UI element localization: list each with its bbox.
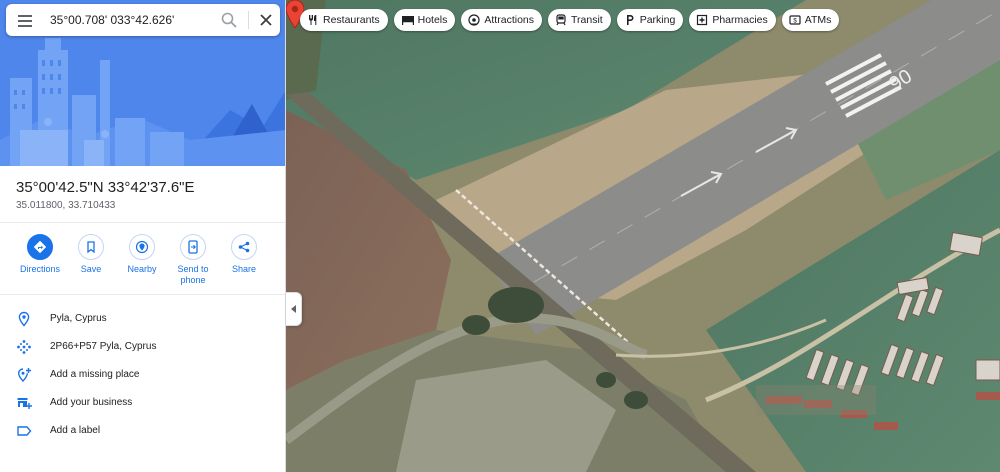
- chip-atms[interactable]: $ ATMs: [781, 9, 840, 31]
- add-business-icon: [17, 398, 32, 409]
- plus-code-text: 2P66+P57 Pyla, Cyprus: [50, 341, 157, 352]
- chip-label: Transit: [571, 14, 603, 26]
- menu-icon-bar: [18, 20, 32, 22]
- share-button[interactable]: Share: [219, 234, 269, 275]
- save-button[interactable]: Save: [66, 234, 116, 275]
- hotel-icon: [401, 16, 414, 25]
- yard-ground: [756, 385, 876, 415]
- share-label: Share: [231, 264, 257, 274]
- menu-icon: [18, 15, 32, 17]
- share-icon: [231, 234, 257, 260]
- parking-icon: [626, 15, 634, 25]
- chip-hotels[interactable]: Hotels: [393, 9, 456, 31]
- add-business-text: Add your business: [50, 397, 133, 408]
- save-label: Save: [80, 264, 102, 274]
- menu-icon-bar: [18, 25, 32, 27]
- search-input[interactable]: [50, 10, 210, 30]
- directions-label: Directions: [19, 264, 60, 274]
- nearby-button[interactable]: Nearby: [117, 234, 167, 275]
- restaurant-icon: [309, 15, 317, 25]
- add-missing-place-row[interactable]: Add a missing place: [0, 363, 285, 387]
- chip-label: ATMs: [804, 14, 832, 26]
- chip-label: Pharmacies: [712, 14, 768, 26]
- address-text: Pyla, Cyprus: [50, 313, 107, 324]
- app-root: 06 Restaurants Hotels Attractions Transi…: [0, 0, 1000, 472]
- chip-attractions[interactable]: Attractions: [461, 9, 542, 31]
- divider: [0, 294, 285, 295]
- satellite-map[interactable]: 06: [286, 0, 1000, 472]
- place-title: 35°00'42.5"N 33°42'37.6"E: [16, 179, 195, 196]
- attractions-icon: [468, 14, 480, 26]
- chip-restaurants[interactable]: Restaurants: [300, 9, 388, 31]
- chip-label: Restaurants: [323, 14, 380, 26]
- map-imagery: 06: [286, 0, 1000, 472]
- nearby-label: Nearby: [127, 264, 157, 274]
- search-box: [6, 4, 280, 36]
- pharmacy-icon: [697, 14, 708, 26]
- chip-label: Attractions: [484, 14, 534, 26]
- collapse-panel-button[interactable]: [286, 292, 302, 326]
- search-icon[interactable]: [220, 11, 238, 29]
- add-label-text: Add a label: [50, 425, 101, 436]
- chevron-left-icon: [290, 305, 296, 313]
- divider: [0, 222, 285, 223]
- search-divider: [248, 11, 249, 29]
- place-coordinates: 35.011800, 33.710433: [16, 200, 116, 211]
- add-place-icon: [17, 368, 31, 383]
- close-icon[interactable]: [257, 11, 275, 29]
- nearby-icon: [129, 234, 155, 260]
- add-missing-place-text: Add a missing place: [50, 369, 140, 380]
- chip-label: Hotels: [417, 14, 448, 26]
- side-panel: 35°00'42.5"N 33°42'37.6"E 35.011800, 33.…: [0, 0, 286, 472]
- chip-pharmacies[interactable]: Pharmacies: [689, 9, 776, 31]
- directions-icon: [27, 234, 53, 260]
- directions-button[interactable]: Directions: [15, 234, 65, 275]
- category-chips: Restaurants Hotels Attractions Transit P…: [300, 9, 840, 31]
- send-to-phone-icon: [180, 234, 206, 260]
- address-row[interactable]: Pyla, Cyprus: [0, 307, 285, 331]
- add-label-row[interactable]: Add a label: [0, 419, 285, 443]
- bookmark-icon: [78, 234, 104, 260]
- chip-label: Parking: [639, 14, 676, 26]
- transit-icon: [556, 14, 566, 26]
- plus-code-row[interactable]: 2P66+P57 Pyla, Cyprus: [0, 335, 285, 359]
- chip-parking[interactable]: Parking: [616, 9, 684, 31]
- chip-transit[interactable]: Transit: [548, 9, 611, 31]
- send-to-phone-label: Send to phone: [177, 264, 209, 285]
- add-business-row[interactable]: Add your business: [0, 391, 285, 415]
- send-to-phone-button[interactable]: Send to phone: [168, 234, 218, 286]
- location-pin-icon: [18, 311, 30, 327]
- atm-icon: $: [789, 15, 801, 25]
- label-icon: [17, 426, 32, 436]
- plus-code-icon: [17, 340, 31, 354]
- menu-button[interactable]: [16, 12, 34, 28]
